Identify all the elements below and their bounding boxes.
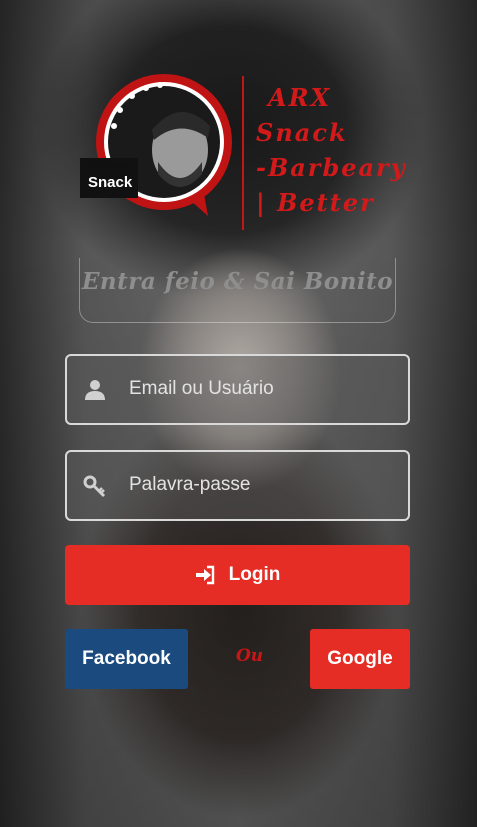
password-field[interactable]: Palavra-passe (65, 450, 410, 521)
brand-line-4: | Better (256, 188, 375, 217)
password-placeholder: Palavra-passe (129, 474, 251, 495)
brand-line-1: ARX (268, 83, 332, 112)
brand-line-2: Snack (256, 118, 348, 147)
google-label: Google (327, 648, 393, 669)
sign-in-icon (195, 565, 214, 585)
or-separator: Ou (236, 646, 264, 666)
login-button[interactable]: Login (65, 545, 410, 605)
user-icon (85, 380, 105, 400)
login-label: Login (228, 564, 281, 585)
facebook-button[interactable]: Facebook (65, 629, 188, 689)
key-icon (83, 475, 106, 498)
brand-logo: Barbeary Snack ARX Snack -Barbeary | Bet… (80, 70, 405, 230)
google-button[interactable]: Google (310, 629, 410, 689)
brand-name: ARX Snack -Barbeary | Better (256, 80, 407, 220)
badge-label-top: Barbeary (86, 160, 131, 172)
brand-divider (242, 76, 244, 230)
brand-line-3: -Barbeary (256, 153, 407, 182)
facebook-label: Facebook (82, 648, 171, 669)
slogan-text: Entra feio & Sai Bonito (81, 268, 394, 295)
slogan-box: Entra feio & Sai Bonito (79, 258, 396, 323)
email-field[interactable]: Email ou Usuário (65, 354, 410, 425)
barber-badge-logo (80, 74, 232, 216)
badge-label-bottom: Snack (88, 174, 133, 191)
email-placeholder: Email ou Usuário (129, 378, 274, 399)
